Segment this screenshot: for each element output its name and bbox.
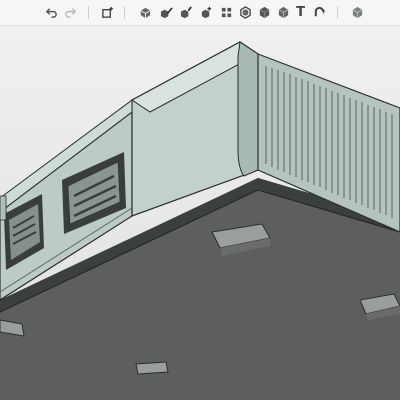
render-button[interactable] xyxy=(349,4,366,21)
bend-icon xyxy=(314,6,325,17)
toolbar-separator xyxy=(337,6,338,19)
shell-button[interactable] xyxy=(237,4,254,21)
solid-cube-icon xyxy=(259,6,270,19)
fillet-cube-icon xyxy=(140,7,151,19)
undo-arrow-icon xyxy=(45,8,57,18)
mirror-button[interactable] xyxy=(275,4,292,21)
fillet-button[interactable] xyxy=(137,4,154,21)
brush-cube-icon xyxy=(180,6,192,19)
move-cube-icon xyxy=(201,6,212,19)
3d-viewport[interactable] xyxy=(0,26,400,400)
cube-icon xyxy=(278,6,289,19)
left-edge-tab xyxy=(0,195,7,221)
text-button[interactable]: T xyxy=(292,4,309,21)
boolean-button[interactable] xyxy=(256,4,273,21)
transform-button[interactable] xyxy=(198,4,215,21)
toolbar-separator xyxy=(124,6,125,19)
pattern-button[interactable] xyxy=(218,4,235,21)
toolbar-separator xyxy=(88,6,89,19)
text-icon: T xyxy=(296,5,305,20)
model-render xyxy=(0,41,400,400)
pattern-grid-icon xyxy=(221,7,232,18)
pencil-cube-icon xyxy=(160,7,173,19)
shell-cube-icon xyxy=(240,6,251,19)
redo-button[interactable] xyxy=(62,4,79,21)
render-cube-icon xyxy=(352,6,363,19)
redo-arrow-icon xyxy=(65,8,77,18)
undo-button[interactable] xyxy=(43,4,60,21)
sketch-button[interactable] xyxy=(158,4,175,21)
add-component-button[interactable] xyxy=(99,4,116,21)
toolbar: T xyxy=(0,0,400,26)
bend-button[interactable] xyxy=(311,4,328,21)
add-box-icon xyxy=(102,6,114,18)
paint-button[interactable] xyxy=(178,4,195,21)
